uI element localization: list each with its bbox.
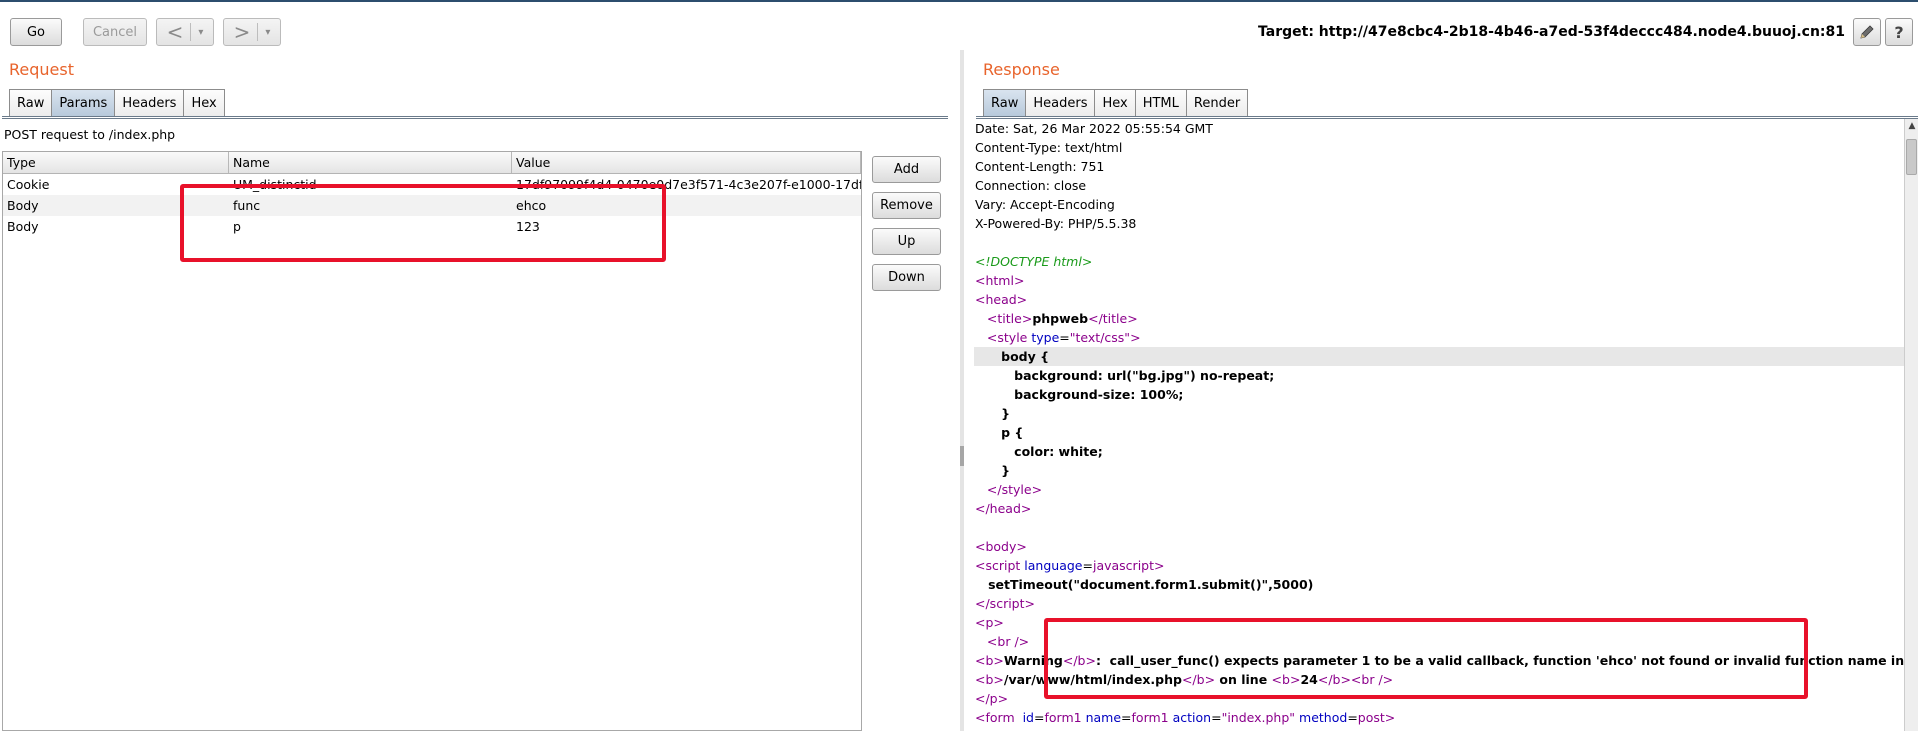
forward-button[interactable]: > ▾ [223,18,281,46]
css-color: color: white; [1014,444,1103,459]
code-line: <head> [975,292,1028,307]
pencil-icon [1860,25,1874,39]
back-dropdown-icon[interactable]: ▾ [198,27,203,38]
response-tab-raw[interactable]: Raw [983,89,1027,116]
code-line: setTimeout("document.form1.submit()",500… [974,575,1904,594]
code-line: </script> [975,596,1035,611]
response-header-line: Connection: close [975,178,1087,193]
response-header-line: Date: Sat, 26 Mar 2022 05:55:54 GMT [975,121,1213,136]
splitter-handle[interactable] [960,446,964,466]
code-line: <script language=javascript> [975,558,1165,573]
css-selector-p: p { [1001,425,1024,440]
script-code: setTimeout("document.form1.submit()",500… [988,577,1314,592]
move-down-button[interactable]: Down [872,264,941,291]
request-title: Request [9,60,74,79]
scrollbar-thumb[interactable] [1906,139,1917,175]
help-button[interactable]: ? [1885,18,1913,46]
response-header-line: Content-Type: text/html [975,140,1123,155]
response-title: Response [983,60,1060,79]
request-tab-raw[interactable]: Raw [9,89,53,116]
form-id: form1 [1044,710,1082,725]
forward-dropdown-icon[interactable]: ▾ [265,27,270,38]
code-line: <style type="text/css"> [986,330,1141,345]
window-top-border [0,0,1918,2]
code-line: </style> [986,482,1043,497]
code-line: </head> [975,501,1032,516]
help-icon: ? [1894,22,1904,42]
column-header-type[interactable]: Type [3,152,229,173]
request-tab-divider [2,116,948,119]
request-tab-hex[interactable]: Hex [183,89,225,116]
code-line: <form id=form1 name=form1 action="index.… [975,710,1396,725]
response-scrollbar[interactable]: ▲ [1904,119,1918,731]
form-action: "index.php" [1221,710,1296,725]
css-close-brace: } [1001,406,1011,421]
response-tab-headers[interactable]: Headers [1025,89,1096,116]
params-table-header: Type Name Value [3,152,861,174]
response-header-line: X-Powered-By: PHP/5.5.38 [975,216,1137,231]
code-line: <title>phpweb</title> [986,311,1138,326]
move-up-button[interactable]: Up [872,228,941,255]
request-method-label: POST request to /index.php [4,127,176,142]
request-tabs: Raw Params Headers Hex [9,89,225,116]
doctype-line: <!DOCTYPE html> [975,254,1093,269]
page-title-text: phpweb [1032,311,1089,326]
remove-param-button[interactable]: Remove [872,192,941,219]
scroll-up-icon[interactable]: ▲ [1905,119,1918,133]
css-background-size: background-size: 100%; [1014,387,1184,402]
code-line: color: white; [974,442,1904,461]
css-close-brace: } [1001,463,1011,478]
add-param-button[interactable]: Add [872,156,941,183]
highlight-box-warning [1044,618,1808,699]
code-line: } [974,461,1904,480]
code-line: <html> [975,273,1025,288]
code-line: <body> [975,539,1027,554]
column-header-value[interactable]: Value [512,152,861,173]
response-header-line: Vary: Accept-Encoding [975,197,1115,212]
target-host-label: Target: http://47e8cbc4-2b18-4b46-a7ed-5… [1258,24,1845,40]
go-button[interactable]: Go [10,18,62,46]
highlight-box-params [180,184,666,262]
forward-arrow-icon: > [233,20,251,44]
response-tab-hex[interactable]: Hex [1094,89,1136,116]
pane-splitter[interactable] [960,50,964,731]
column-header-name[interactable]: Name [229,152,512,173]
code-line: background-size: 100%; [974,385,1904,404]
css-background: background: url("bg.jpg") no-repeat; [1014,368,1275,383]
code-line: } [974,404,1904,423]
form-method: post [1357,710,1385,725]
cancel-button[interactable]: Cancel [83,18,147,46]
back-arrow-icon: < [166,20,184,44]
code-line: background: url("bg.jpg") no-repeat; [974,366,1904,385]
response-tabs: Raw Headers Hex HTML Render [983,89,1249,116]
script-language: javascript [1092,558,1155,573]
response-header-line: Content-Length: 751 [975,159,1105,174]
code-line: p { [974,423,1904,442]
back-button[interactable]: < ▾ [156,18,214,46]
response-tab-render[interactable]: Render [1185,89,1249,116]
code-line: body { [974,347,1904,366]
request-tab-headers[interactable]: Headers [114,89,185,116]
response-tab-html[interactable]: HTML [1134,89,1187,116]
css-selector-body: body { [1001,349,1050,364]
edit-target-button[interactable] [1853,18,1881,46]
request-tab-params[interactable]: Params [51,89,116,116]
form-name: form1 [1131,710,1169,725]
